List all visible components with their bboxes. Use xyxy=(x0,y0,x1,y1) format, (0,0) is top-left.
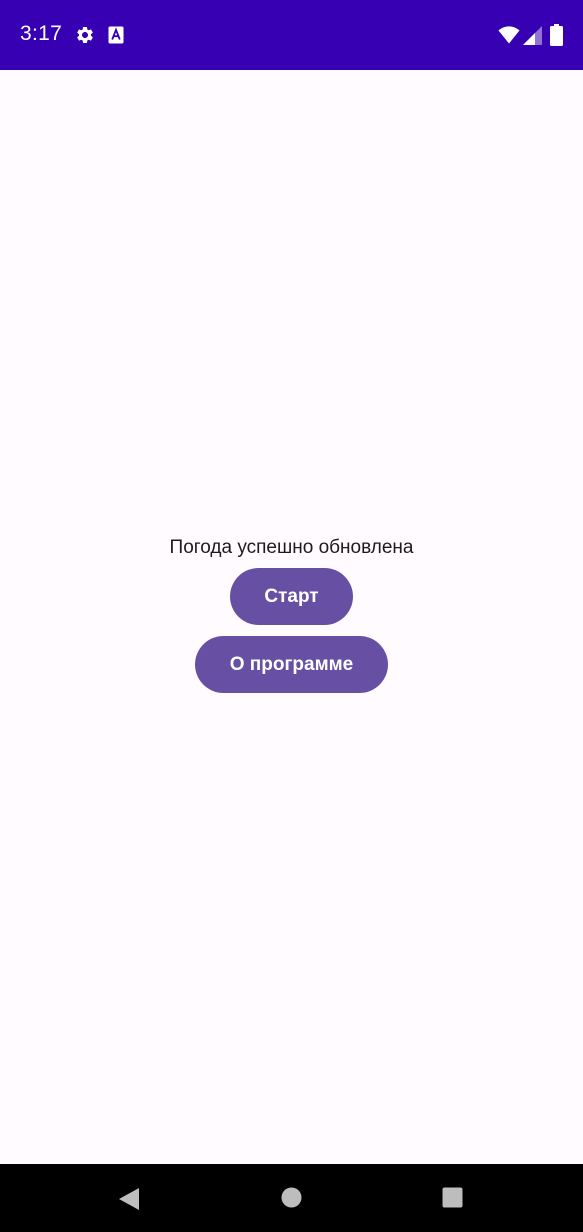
back-icon[interactable] xyxy=(118,1187,140,1211)
about-button[interactable]: О программе xyxy=(195,636,388,693)
start-button[interactable]: Старт xyxy=(230,568,353,625)
status-bar: 3:17 xyxy=(0,0,583,70)
home-icon[interactable] xyxy=(281,1187,302,1208)
gear-icon xyxy=(77,26,93,43)
battery-icon xyxy=(550,24,563,46)
status-message: Погода успешно обновлена xyxy=(169,537,414,558)
recents-icon[interactable] xyxy=(442,1187,463,1208)
signal-icon xyxy=(523,26,542,45)
navigation-bar xyxy=(0,1164,583,1232)
wifi-icon xyxy=(498,26,520,44)
a-box-icon xyxy=(108,26,124,44)
status-time: 3:17 xyxy=(20,22,63,45)
